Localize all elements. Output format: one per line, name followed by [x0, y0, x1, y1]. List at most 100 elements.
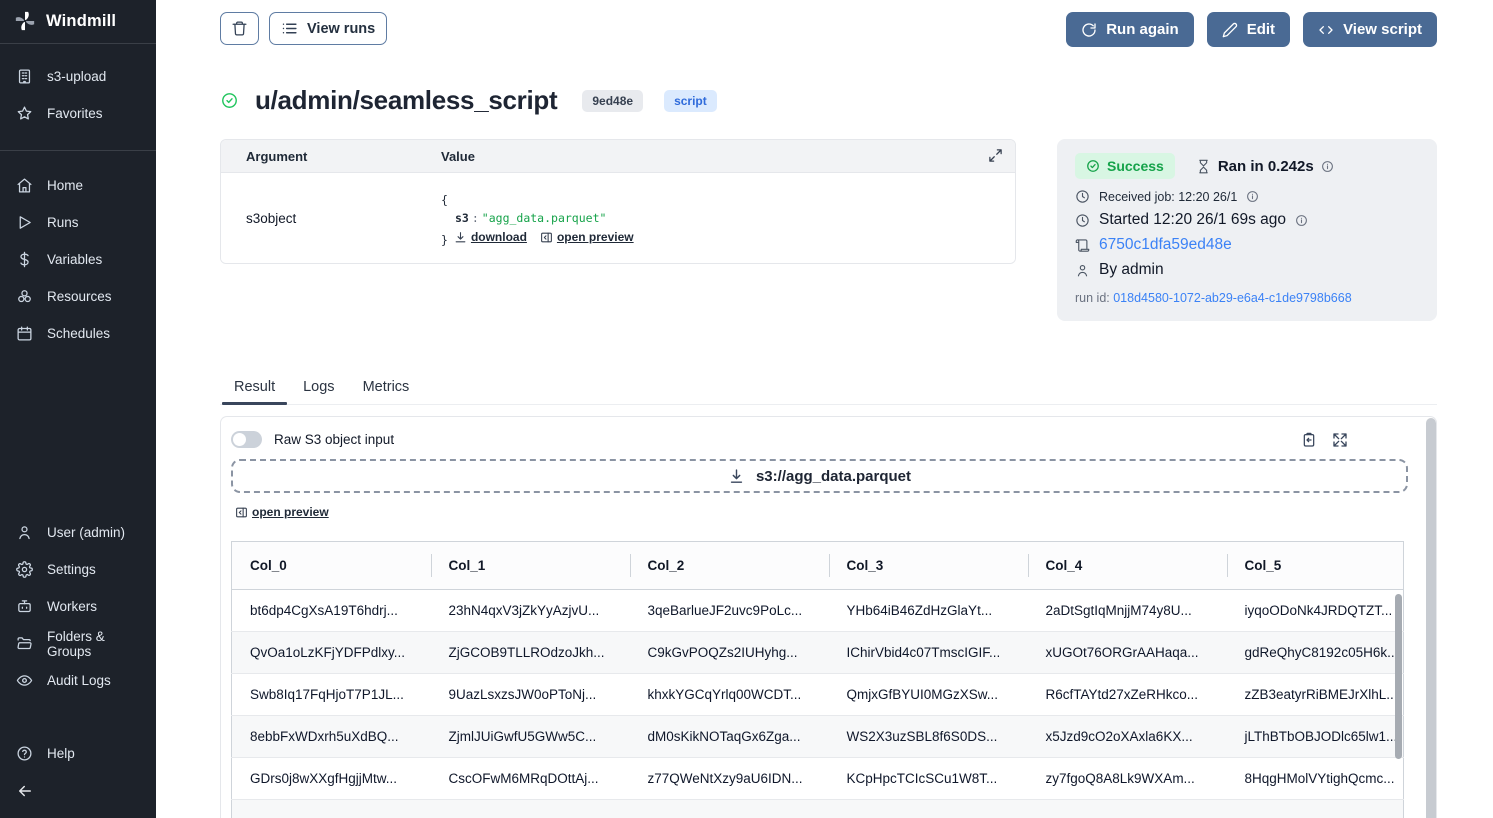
home-icon — [16, 177, 33, 194]
info-icon[interactable] — [1321, 160, 1334, 173]
run-again-button[interactable]: Run again — [1066, 12, 1194, 47]
sidebar-item-schedules[interactable]: Schedules — [0, 315, 156, 352]
open-preview-link[interactable]: open preview — [540, 228, 634, 247]
sidebar-item-audit-logs[interactable]: Audit Logs — [0, 662, 156, 699]
calendar-icon — [16, 325, 33, 342]
sidebar-item-resources[interactable]: Resources — [0, 278, 156, 315]
help-circle-icon — [16, 745, 33, 762]
s3-file-path: s3://agg_data.parquet — [756, 468, 911, 485]
robot-icon — [16, 598, 33, 615]
check-circle-icon — [1086, 159, 1100, 173]
arguments-table-header: Argument Value — [221, 140, 1015, 173]
sidebar-divider — [0, 150, 156, 151]
tab-metrics[interactable]: Metrics — [349, 371, 424, 404]
sidebar-item-help[interactable]: Help — [0, 735, 156, 772]
sidebar-workspace-group: s3-upload Favorites — [0, 44, 156, 138]
started-text: Started 12:20 26/1 69s ago — [1099, 211, 1286, 229]
gear-icon — [16, 561, 33, 578]
table-row: GDrs0j8wXXgfHgjjMtw...CscOFwM6MRqDOttAj.… — [232, 757, 1404, 799]
panel-scrollbar-thumb[interactable] — [1426, 418, 1436, 818]
app-name: Windmill — [46, 12, 116, 31]
table-cell: ZjmlJUiGwfU5GWw5C... — [431, 715, 630, 757]
sidebar-item-workers[interactable]: Workers — [0, 588, 156, 625]
table-cell: IChirVbid4c07TmscIGIF... — [829, 631, 1028, 673]
result-tabs: Result Logs Metrics — [220, 371, 1437, 405]
table-cell: Swb8Iq17FqHjoT7P1JL... — [232, 673, 431, 715]
sidebar-item-label: Audit Logs — [47, 673, 111, 688]
edit-label: Edit — [1247, 21, 1275, 38]
toolbar: View runs Run again Edit — [220, 12, 1437, 47]
table-scrollbar-thumb[interactable] — [1395, 594, 1402, 759]
column-header: Col_3 — [829, 541, 1028, 589]
sidebar-item-workspace[interactable]: s3-upload — [0, 58, 156, 95]
code-icon — [1318, 22, 1334, 38]
job-hash-link[interactable]: 6750c1dfa59ed48e — [1099, 236, 1232, 254]
clock-icon — [1075, 213, 1090, 228]
table-cell: jLThBTbOBJODlc65lw1... — [1227, 715, 1404, 757]
sidebar-item-settings[interactable]: Settings — [0, 551, 156, 588]
table-cell: QmjxGfBYUI0MGzXSw... — [829, 673, 1028, 715]
play-icon — [16, 214, 33, 231]
argument-column-header: Argument — [221, 149, 441, 164]
table-row: 8ebbFxWDxrh5uXdBQ...ZjmlJUiGwfU5GWw5C...… — [232, 715, 1404, 757]
table-cell: iyqoODoNk4JRDQTZT... — [1227, 589, 1404, 631]
sidebar-item-user[interactable]: User (admin) — [0, 514, 156, 551]
expand-icon[interactable] — [988, 148, 1003, 163]
tab-result[interactable]: Result — [220, 371, 289, 404]
s3-file-download-box[interactable]: s3://agg_data.parquet — [231, 459, 1408, 493]
table-cell: zZB3eatyrRiBMEJrXlhL... — [1227, 673, 1404, 715]
sidebar-collapse[interactable] — [0, 772, 156, 812]
json-string-value: "agg_data.parquet" — [482, 211, 607, 225]
hourglass-icon — [1196, 159, 1211, 174]
tab-logs[interactable]: Logs — [289, 371, 348, 404]
view-script-button[interactable]: View script — [1303, 12, 1437, 47]
result-table: Col_0Col_1Col_2Col_3Col_4Col_5 bt6dp4CgX… — [231, 541, 1404, 818]
copy-to-clipboard-icon[interactable] — [1301, 432, 1317, 448]
table-cell: bt6dp4CgXsA19T6hdrj... — [232, 589, 431, 631]
download-icon — [728, 468, 745, 485]
open-preview-link[interactable]: open preview — [235, 505, 329, 519]
sidebar-item-variables[interactable]: Variables — [0, 241, 156, 278]
table-cell: YHb64iB46ZdHzGlaYt... — [829, 589, 1028, 631]
sidebar-item-runs[interactable]: Runs — [0, 204, 156, 241]
table-cell: dM0sKikNOTaqGx6Zga... — [630, 715, 829, 757]
download-link[interactable]: download — [454, 228, 527, 247]
table-cell: x5Jzd9cO2oXAxla6KX... — [1028, 715, 1227, 757]
raw-s3-toggle[interactable] — [231, 431, 262, 448]
column-header: Col_4 — [1028, 541, 1227, 589]
page-title: u/admin/seamless_script — [255, 85, 557, 116]
table-cell: xUGOt76ORGrAAHaqa... — [1028, 631, 1227, 673]
table-cell: 8ebbFxWDxrh5uXdBQ... — [232, 715, 431, 757]
edit-button[interactable]: Edit — [1207, 12, 1290, 47]
triggered-by-text: By admin — [1099, 261, 1164, 279]
view-runs-button[interactable]: View runs — [269, 12, 387, 45]
sidebar-item-favorites[interactable]: Favorites — [0, 95, 156, 132]
app-logo[interactable]: Windmill — [0, 0, 156, 44]
info-icon[interactable] — [1295, 214, 1308, 227]
sidebar-item-label: Runs — [47, 215, 79, 230]
delete-run-button[interactable] — [220, 12, 259, 45]
script-hash-badge[interactable]: 9ed48e — [582, 90, 643, 112]
user-icon — [1075, 263, 1090, 278]
run-id-row: run id: 018d4580-1072-ab29-e6a4-c1de9798… — [1075, 291, 1419, 305]
value-column-header: Value — [441, 149, 1015, 164]
column-header: Col_2 — [630, 541, 829, 589]
expand-icon[interactable] — [1332, 432, 1348, 448]
result-table-head-row: Col_0Col_1Col_2Col_3Col_4Col_5 — [232, 541, 1404, 589]
table-cell: QvOa1oLzKFjYDFPdlxy... — [232, 631, 431, 673]
table-cell: khxkYGCqYrlq00WCDT... — [630, 673, 829, 715]
sidebar-item-label: Folders & Groups — [47, 629, 140, 659]
table-cell: 3qeBarlueJF2uvc9PoLc... — [630, 589, 829, 631]
panel-open-icon — [235, 506, 248, 519]
sidebar-item-folders-groups[interactable]: Folders & Groups — [0, 625, 156, 662]
table-cell: C9kGvPOQZs2IUHyhg... — [630, 631, 829, 673]
argument-value-json: { s3:"agg_data.parquet" } — [441, 191, 1015, 249]
scroll-icon — [1075, 238, 1090, 253]
run-id-link[interactable]: 018d4580-1072-ab29-e6a4-c1de9798b668 — [1113, 291, 1351, 305]
page-header: u/admin/seamless_script 9ed48e script — [220, 85, 1437, 116]
info-icon[interactable] — [1246, 190, 1259, 203]
sidebar-item-label: Workers — [47, 599, 97, 614]
user-icon — [16, 524, 33, 541]
table-cell: CscOFwM6MRqDOttAj... — [431, 757, 630, 799]
sidebar-item-home[interactable]: Home — [0, 167, 156, 204]
